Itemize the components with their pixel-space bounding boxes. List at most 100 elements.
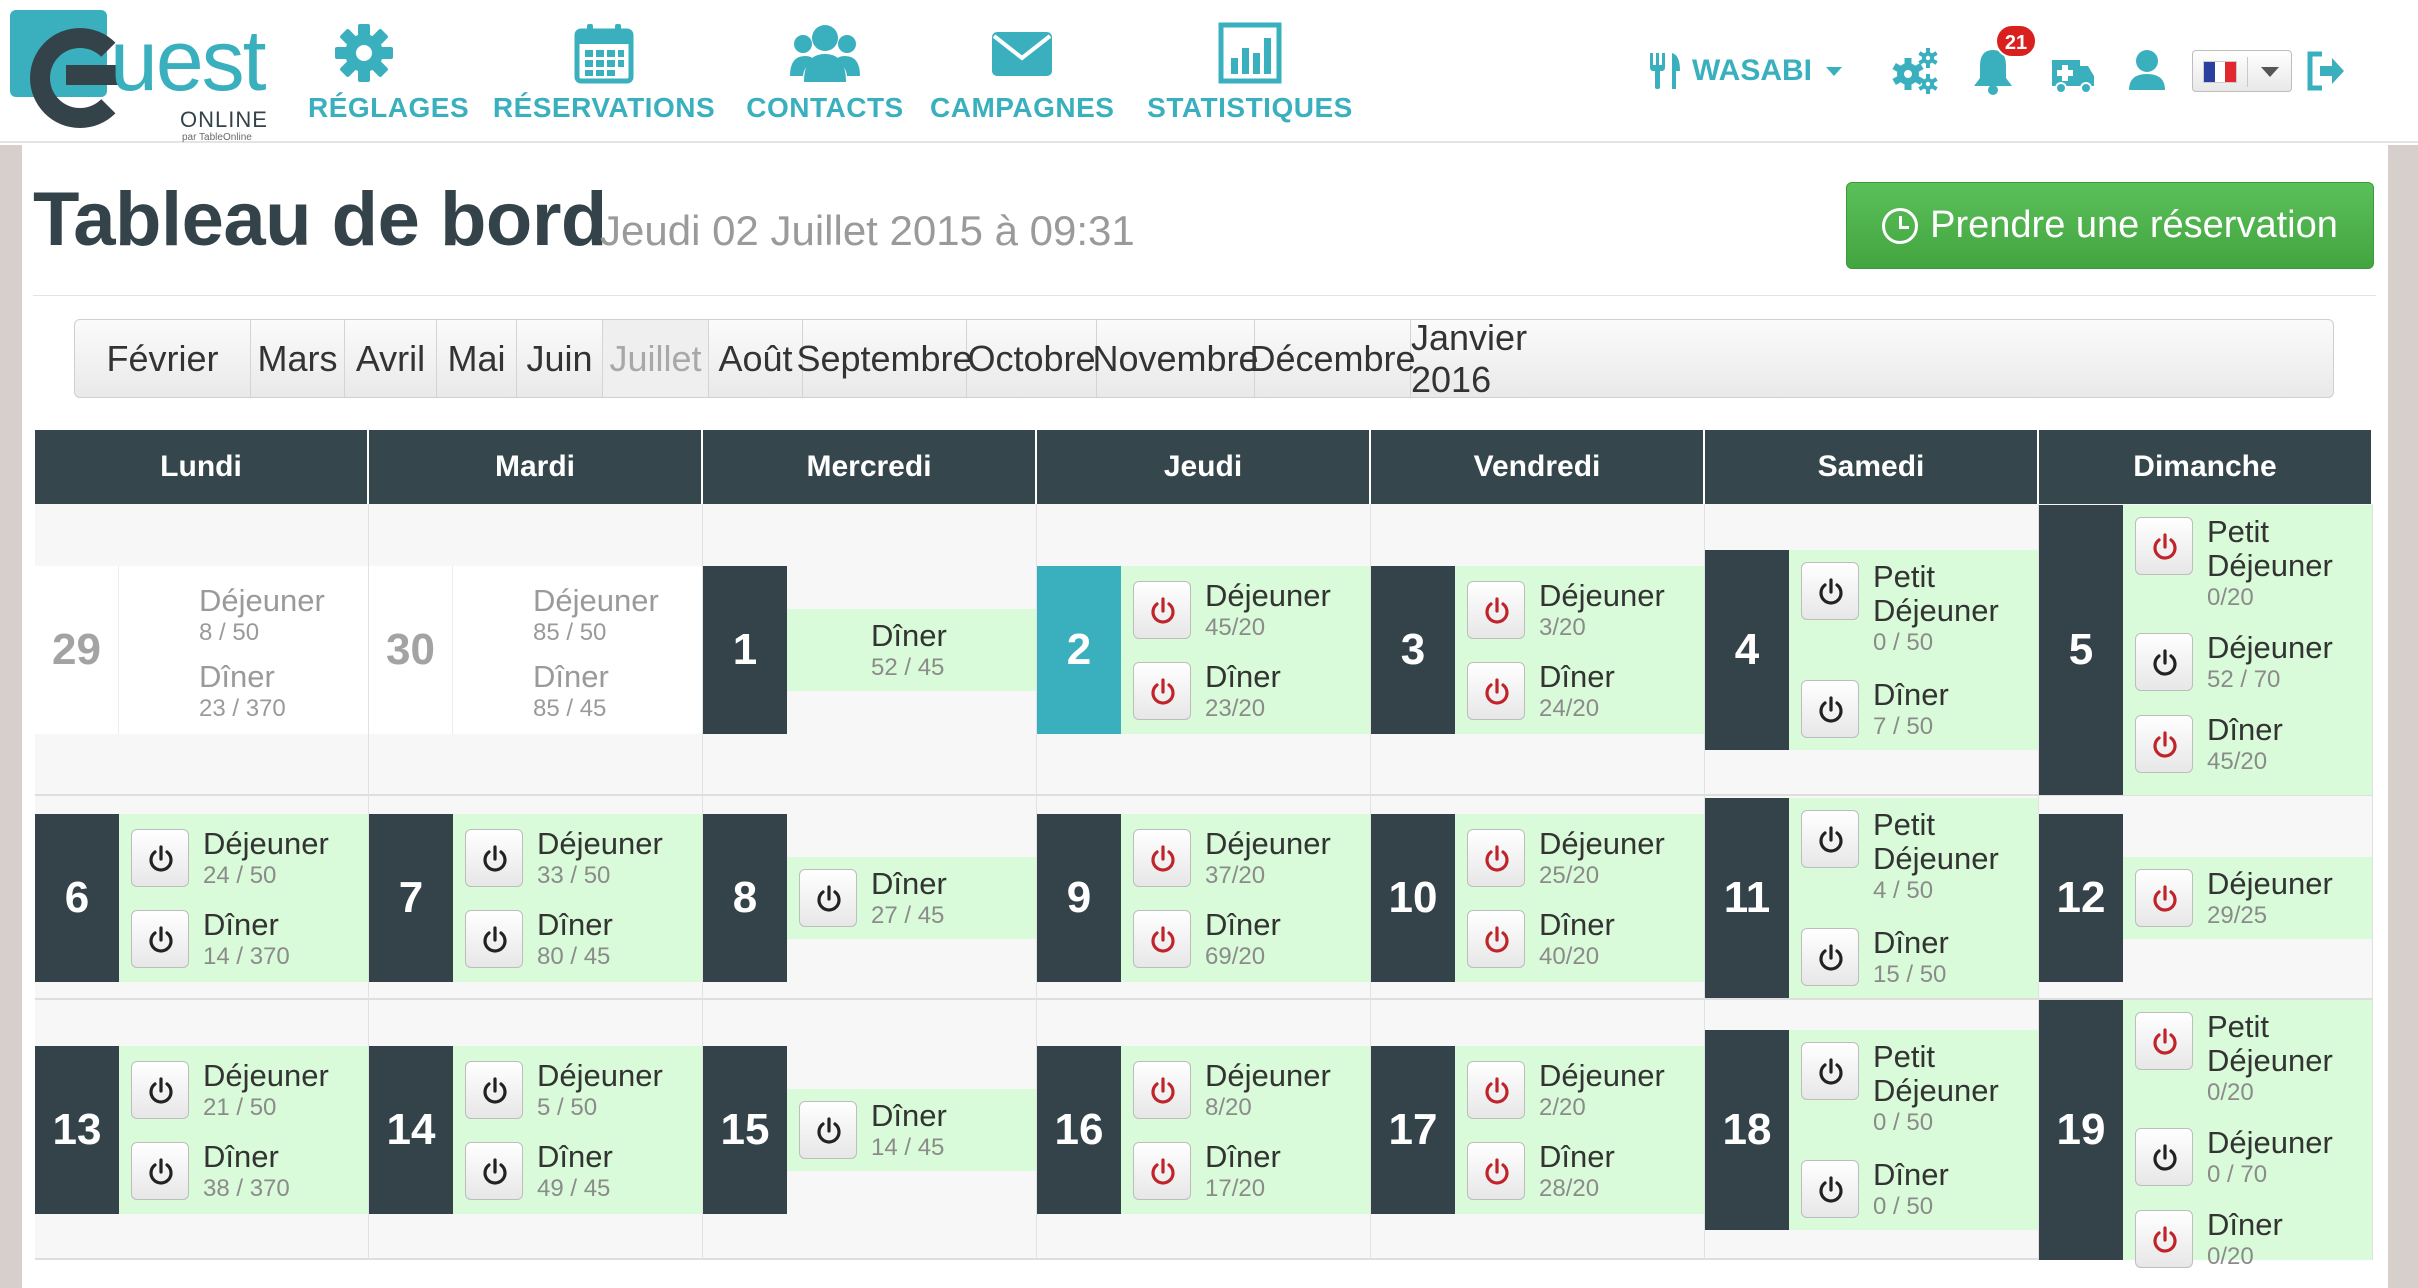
toggle-service-button[interactable] <box>1467 662 1525 720</box>
toggle-service-button[interactable] <box>1133 1142 1191 1200</box>
nav-reglages[interactable]: RÉGLAGES <box>308 22 469 127</box>
day-number[interactable]: 2 <box>1037 566 1121 734</box>
toggle-service-button[interactable] <box>1133 581 1191 639</box>
calendar-day[interactable]: 5 Petit Déjeuner 0/20 Déjeuner 52 / 70 Dîner 4… <box>2039 504 2373 796</box>
user-icon[interactable] <box>2122 46 2172 96</box>
toggle-service-button[interactable] <box>131 910 189 968</box>
calendar-day[interactable]: 8 Dîner 27 / 45 <box>703 796 1037 1000</box>
month-tab[interactable]: Novembre <box>1092 320 1259 397</box>
toggle-service-button[interactable] <box>465 1061 523 1119</box>
toggle-service-button[interactable] <box>2135 1128 2193 1186</box>
day-number[interactable]: 9 <box>1037 814 1121 982</box>
toggle-service-button[interactable] <box>2135 517 2193 575</box>
calendar-day[interactable]: 18 Petit Déjeuner 0 / 50 Dîner 0 / 50 <box>1705 1000 2039 1260</box>
month-tab[interactable]: Juin <box>517 320 603 397</box>
toggle-service-button[interactable] <box>1467 1061 1525 1119</box>
day-number[interactable]: 3 <box>1371 566 1455 734</box>
calendar-day[interactable]: 1 Dîner 52 / 45 <box>703 504 1037 796</box>
day-number[interactable]: 30 <box>369 566 453 734</box>
day-number[interactable]: 18 <box>1705 1030 1789 1230</box>
toggle-service-button[interactable] <box>131 829 189 887</box>
month-tab[interactable]: Décembre <box>1249 320 1416 397</box>
day-number[interactable]: 12 <box>2039 814 2123 982</box>
toggle-service-button[interactable] <box>1467 910 1525 968</box>
day-number[interactable]: 29 <box>35 566 119 734</box>
toggle-service-button[interactable] <box>1133 1061 1191 1119</box>
new-reservation-button[interactable]: Prendre une réservation <box>1846 182 2374 269</box>
toggle-service-button[interactable] <box>1801 928 1859 986</box>
toggle-service-button[interactable] <box>1467 1142 1525 1200</box>
month-tab[interactable]: Janvier 2016 <box>1411 320 1597 397</box>
toggle-service-button[interactable] <box>2135 715 2193 773</box>
toggle-service-button[interactable] <box>1801 810 1859 868</box>
toggle-service-button[interactable] <box>799 869 857 927</box>
toggle-service-button[interactable] <box>1467 581 1525 639</box>
day-number[interactable]: 1 <box>703 566 787 734</box>
toggle-service-button[interactable] <box>2135 633 2193 691</box>
toggle-service-button[interactable] <box>2135 869 2193 927</box>
day-number[interactable]: 13 <box>35 1046 119 1214</box>
calendar-day[interactable]: 12 Déjeuner 29/25 <box>2039 796 2373 1000</box>
month-tab[interactable]: Février <box>75 320 251 397</box>
calendar-day[interactable]: 11 Petit Déjeuner 4 / 50 Dîner 15 / 50 <box>1705 796 2039 1000</box>
calendar-day[interactable]: 4 Petit Déjeuner 0 / 50 Dîner 7 / 50 <box>1705 504 2039 796</box>
month-tab[interactable]: Octobre <box>967 320 1097 397</box>
month-tab[interactable]: Mars <box>251 320 345 397</box>
calendar-day[interactable]: 13 Déjeuner 21 / 50 Dîner 38 / 370 <box>35 1000 369 1260</box>
month-tab[interactable]: Août <box>709 320 803 397</box>
calendar-day[interactable]: 10 Déjeuner 25/20 Dîner 40/20 <box>1371 796 1705 1000</box>
day-number[interactable]: 4 <box>1705 550 1789 750</box>
toggle-service-button[interactable] <box>2135 1012 2193 1070</box>
toggle-service-button[interactable] <box>465 829 523 887</box>
restaurant-selector[interactable]: WASABI <box>1648 48 1842 94</box>
day-number[interactable]: 5 <box>2039 505 2123 795</box>
day-number[interactable]: 6 <box>35 814 119 982</box>
calendar-day[interactable]: 17 Déjeuner 2/20 Dîner 28/20 <box>1371 1000 1705 1260</box>
toggle-service-button[interactable] <box>1801 1042 1859 1100</box>
calendar-day[interactable]: 15 Dîner 14 / 45 <box>703 1000 1037 1260</box>
nav-campagnes[interactable]: CAMPAGNES <box>930 22 1114 127</box>
day-number[interactable]: 8 <box>703 814 787 982</box>
day-number[interactable]: 11 <box>1705 798 1789 998</box>
calendar-day[interactable]: 16 Déjeuner 8/20 Dîner 17/20 <box>1037 1000 1371 1260</box>
day-number[interactable]: 17 <box>1371 1046 1455 1214</box>
toggle-service-button[interactable] <box>799 1101 857 1159</box>
month-tab[interactable]: Mai <box>437 320 517 397</box>
toggle-service-button[interactable] <box>465 1142 523 1200</box>
toggle-service-button[interactable] <box>2135 1210 2193 1268</box>
day-number[interactable]: 16 <box>1037 1046 1121 1214</box>
guest-online-logo[interactable]: uest ONLINE par TableOnline <box>10 10 290 143</box>
calendar-day[interactable]: 7 Déjeuner 33 / 50 Dîner 80 / 45 <box>369 796 703 1000</box>
calendar-day[interactable]: 6 Déjeuner 24 / 50 Dîner 14 / 370 <box>35 796 369 1000</box>
calendar-day[interactable]: 19 Petit Déjeuner 0/20 Déjeuner 0 / 70 Dîner 0… <box>2039 1000 2373 1270</box>
toggle-service-button[interactable] <box>1467 829 1525 887</box>
toggle-service-button[interactable] <box>131 1142 189 1200</box>
calendar-day[interactable]: 2 Déjeuner 45/20 Dîner 23/20 <box>1037 504 1371 796</box>
toggle-service-button[interactable] <box>1801 562 1859 620</box>
nav-contacts[interactable]: CONTACTS <box>746 22 904 127</box>
nav-statistiques[interactable]: STATISTIQUES <box>1140 22 1360 127</box>
day-number[interactable]: 14 <box>369 1046 453 1214</box>
calendar-day[interactable]: 14 Déjeuner 5 / 50 Dîner 49 / 45 <box>369 1000 703 1260</box>
toggle-service-button[interactable] <box>1133 829 1191 887</box>
calendar-day[interactable]: 30 Déjeuner 85 / 50 Dîner 85 / 45 <box>369 504 703 796</box>
language-select[interactable] <box>2192 50 2292 92</box>
month-tab[interactable]: Juillet <box>603 320 709 397</box>
calendar-day[interactable]: 29 Déjeuner 8 / 50 Dîner 23 / 370 <box>35 504 369 796</box>
toggle-service-button[interactable] <box>1801 680 1859 738</box>
month-tab[interactable]: Avril <box>345 320 437 397</box>
day-number[interactable]: 7 <box>369 814 453 982</box>
day-number[interactable]: 19 <box>2039 1000 2123 1260</box>
day-number[interactable]: 10 <box>1371 814 1455 982</box>
calendar-day[interactable]: 3 Déjeuner 3/20 Dîner 24/20 <box>1371 504 1705 796</box>
month-tab[interactable]: Septembre <box>796 320 973 397</box>
calendar-day[interactable]: 9 Déjeuner 37/20 Dîner 69/20 <box>1037 796 1371 1000</box>
toggle-service-button[interactable] <box>465 910 523 968</box>
toggle-service-button[interactable] <box>1801 1160 1859 1218</box>
nav-reservations[interactable]: RÉSERVATIONS <box>488 22 720 127</box>
toggle-service-button[interactable] <box>131 1061 189 1119</box>
toggle-service-button[interactable] <box>1133 662 1191 720</box>
toggle-service-button[interactable] <box>1133 910 1191 968</box>
logout-icon[interactable] <box>2302 46 2352 96</box>
cogs-icon[interactable] <box>1890 46 1940 96</box>
